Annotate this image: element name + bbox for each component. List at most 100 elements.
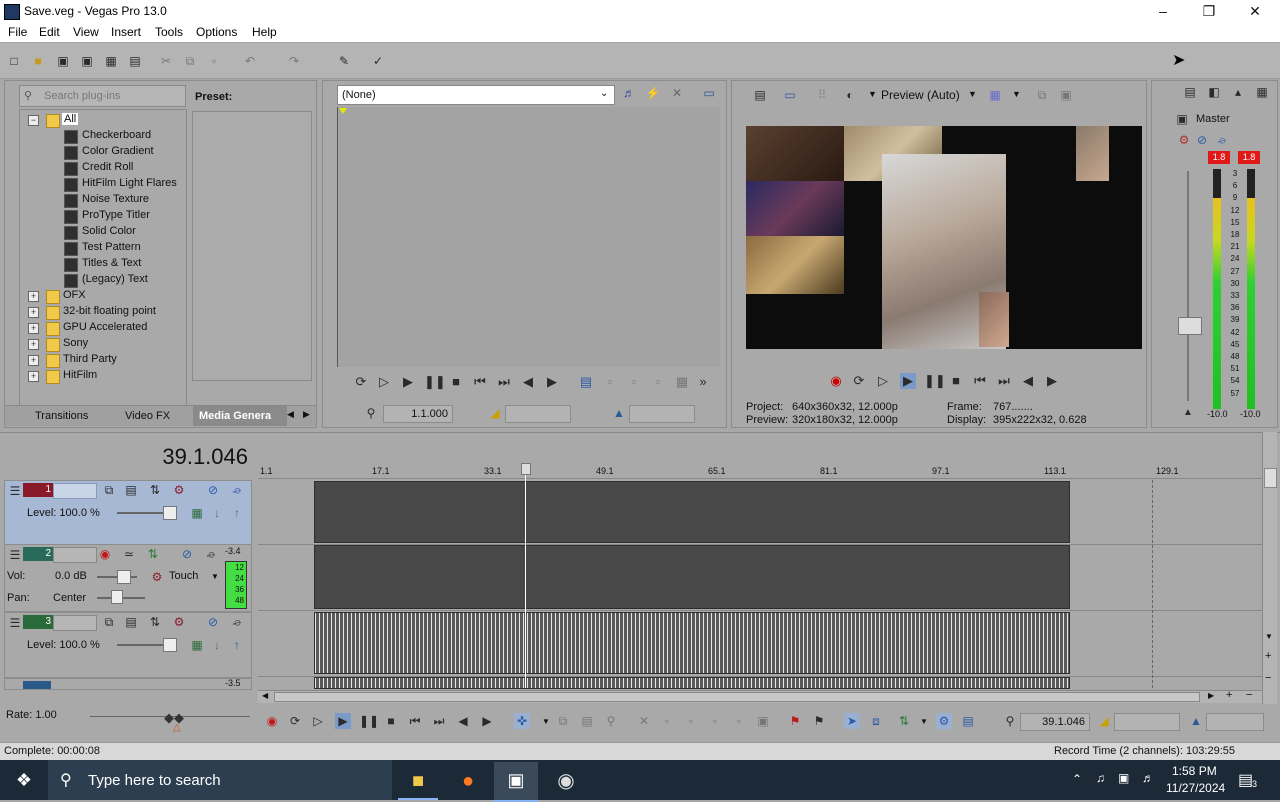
preview-properties-icon[interactable]: ▤ (752, 87, 768, 103)
insert-region-icon[interactable]: ⚑ (811, 713, 827, 729)
expand-icon[interactable]: + (28, 307, 39, 318)
compositing-icon[interactable]: ⇅ (147, 614, 163, 630)
auto-ripple-icon[interactable]: ➤ (844, 713, 860, 729)
go-to-start-icon[interactable]: ⏮ (472, 374, 488, 390)
collapse-all-icon[interactable]: − (28, 115, 39, 126)
open-folder-icon[interactable]: ■ (30, 53, 46, 69)
record-icon[interactable]: ◉ (264, 713, 280, 729)
trimmer-in-point[interactable] (505, 405, 571, 423)
expand-icon[interactable]: + (28, 339, 39, 350)
next-frame-icon[interactable]: ▶ (479, 713, 495, 729)
mixer-window-icon[interactable]: ▦ (1254, 84, 1270, 100)
tree-item-titles-text[interactable]: Titles & Text (82, 257, 141, 269)
arm-record-icon[interactable]: ◉ (97, 546, 113, 562)
maximize-button[interactable]: ❐ (1186, 0, 1232, 22)
tree-item-color-gradient[interactable]: Color Gradient (82, 145, 154, 157)
menu-file[interactable]: File (8, 25, 27, 39)
loop-icon[interactable]: ⟳ (353, 374, 369, 390)
track-name-field[interactable] (53, 615, 97, 631)
menu-options[interactable]: Options (196, 25, 237, 39)
split-dropdown-icon[interactable]: ▼ (868, 89, 877, 99)
track-minimize-icon[interactable]: ☰ (7, 483, 23, 499)
trimmer-media-dropdown[interactable]: (None) ⌄ (337, 85, 615, 105)
vegas-taskbar-icon[interactable]: ▣ (494, 762, 538, 802)
tree-item-protype-titler[interactable]: ProType Titler (82, 209, 150, 221)
tree-item-checkerboard[interactable]: Checkerboard (82, 129, 151, 141)
taskbar-time[interactable]: 1:58 PM (1172, 764, 1217, 778)
pan-slider-handle[interactable] (111, 590, 123, 604)
zoom-out-vertical-icon[interactable]: − (1265, 672, 1271, 684)
save-snapshot-icon[interactable]: ▣ (1058, 87, 1074, 103)
horizontal-scroll-thumb[interactable] (274, 692, 1200, 702)
tab-media-generators[interactable]: Media Genera (193, 406, 287, 426)
gear-icon[interactable]: ⚙ (171, 614, 187, 630)
prev-frame-icon[interactable]: ◀ (1020, 373, 1036, 389)
track-header-1[interactable]: ☰ 1 ⧉ ▤ ⇅ ⚙ ⊘ ⌮ Level: 100.0 % ▦ ↓ ↑ (4, 480, 252, 546)
master-fader-handle[interactable] (1178, 317, 1202, 335)
network-icon[interactable]: ▣ (1118, 771, 1129, 785)
vertical-scroll-thumb[interactable] (1264, 468, 1277, 488)
mute-icon[interactable]: ⊘ (205, 482, 221, 498)
add-to-timeline-icon[interactable]: ▤ (578, 374, 594, 390)
split-icon[interactable]: ▫ (731, 713, 747, 729)
fx-gear-icon[interactable]: ⚙ (1176, 132, 1192, 148)
go-to-end-icon[interactable]: ⏭ (996, 373, 1012, 389)
invert-phase-icon[interactable]: ≃ (121, 546, 137, 562)
tree-folder-gpu[interactable]: GPU Accelerated (63, 321, 147, 333)
tab-transitions[interactable]: Transitions (35, 410, 88, 422)
expand-icon[interactable]: + (28, 371, 39, 382)
play-from-start-icon[interactable]: ▷ (376, 374, 392, 390)
solo-icon[interactable]: ⌮ (229, 614, 245, 630)
track-name-field[interactable] (53, 547, 97, 563)
snapping-dropdown-icon[interactable]: ▼ (920, 717, 928, 726)
firefox-icon[interactable]: ● (448, 764, 488, 798)
track-header-3[interactable]: ☰ 3 ⧉ ▤ ⇅ ⚙ ⊘ ⌮ Level: 100.0 % ▦ ↓ ↑ (4, 612, 252, 678)
paste-icon[interactable]: ▫ (206, 53, 222, 69)
tree-folder-third-party[interactable]: Third Party (63, 353, 117, 365)
child-icon[interactable]: ↑ (229, 505, 245, 521)
taskbar-search-box[interactable]: ⚲ Type here to search (48, 760, 392, 800)
copy-icon[interactable]: ⧉ (182, 53, 198, 69)
level-slider-handle[interactable] (163, 638, 177, 652)
tree-item-solid-color[interactable]: Solid Color (82, 225, 136, 237)
mute-icon[interactable]: ⊘ (205, 614, 221, 630)
mute-icon[interactable]: ⊘ (179, 546, 195, 562)
video-event-track-1[interactable] (314, 481, 1070, 543)
track-minimize-icon[interactable]: ☰ (7, 615, 23, 631)
stop-icon[interactable]: ■ (948, 373, 964, 389)
pause-icon[interactable]: ❚❚ (359, 713, 379, 729)
insert-marker-icon[interactable]: ⚑ (787, 713, 803, 729)
track-motion-icon[interactable]: ⧉ (101, 614, 117, 630)
file-explorer-icon[interactable]: ■ (398, 764, 438, 800)
play-icon[interactable]: ▶ (400, 374, 416, 390)
more-icon[interactable]: » (695, 374, 711, 390)
track-fx-icon[interactable]: ▤ (123, 482, 139, 498)
track-header-4[interactable]: -3.5 (4, 678, 252, 690)
solo-icon[interactable]: ⌮ (229, 482, 245, 498)
cut-icon[interactable]: ✂ (158, 53, 174, 69)
timeline-horizontal-scrollbar[interactable]: ◀ ▶ + − (258, 689, 1262, 703)
undo-icon[interactable]: ↶ (242, 53, 258, 69)
solo-icon[interactable]: ⌮ (203, 546, 219, 562)
new-file-icon[interactable]: □ (6, 53, 22, 69)
zoom-tool-icon[interactable]: ⚲ (603, 713, 619, 729)
tree-item-credit-roll[interactable]: Credit Roll (82, 161, 133, 173)
trimmer-length[interactable] (629, 405, 695, 423)
windows-start-icon[interactable]: ❖ (0, 760, 48, 800)
preset-list[interactable] (192, 111, 312, 381)
fx-chain-icon[interactable]: ▦ (189, 637, 205, 653)
timeline-ruler[interactable] (258, 460, 1262, 479)
preview-fx-icon[interactable]: ⠿ (814, 87, 830, 103)
menu-insert[interactable]: Insert (111, 25, 141, 39)
tree-folder-32bit[interactable]: 32-bit floating point (63, 305, 156, 317)
vol-slider-handle[interactable] (117, 570, 131, 584)
save-icon[interactable]: ▣ (55, 53, 71, 69)
tree-folder-hitfilm[interactable]: HitFilm (63, 369, 97, 381)
trim-icon[interactable]: ▫ (602, 374, 618, 390)
tree-root-all[interactable]: All (62, 113, 79, 125)
gear-icon[interactable]: ⚙ (171, 482, 187, 498)
whats-this-icon[interactable]: ✓ (370, 53, 386, 69)
play-from-start-icon[interactable]: ▷ (310, 713, 326, 729)
trim-start-icon[interactable]: ▫ (683, 713, 699, 729)
video-event-track-3[interactable] (314, 612, 1070, 674)
